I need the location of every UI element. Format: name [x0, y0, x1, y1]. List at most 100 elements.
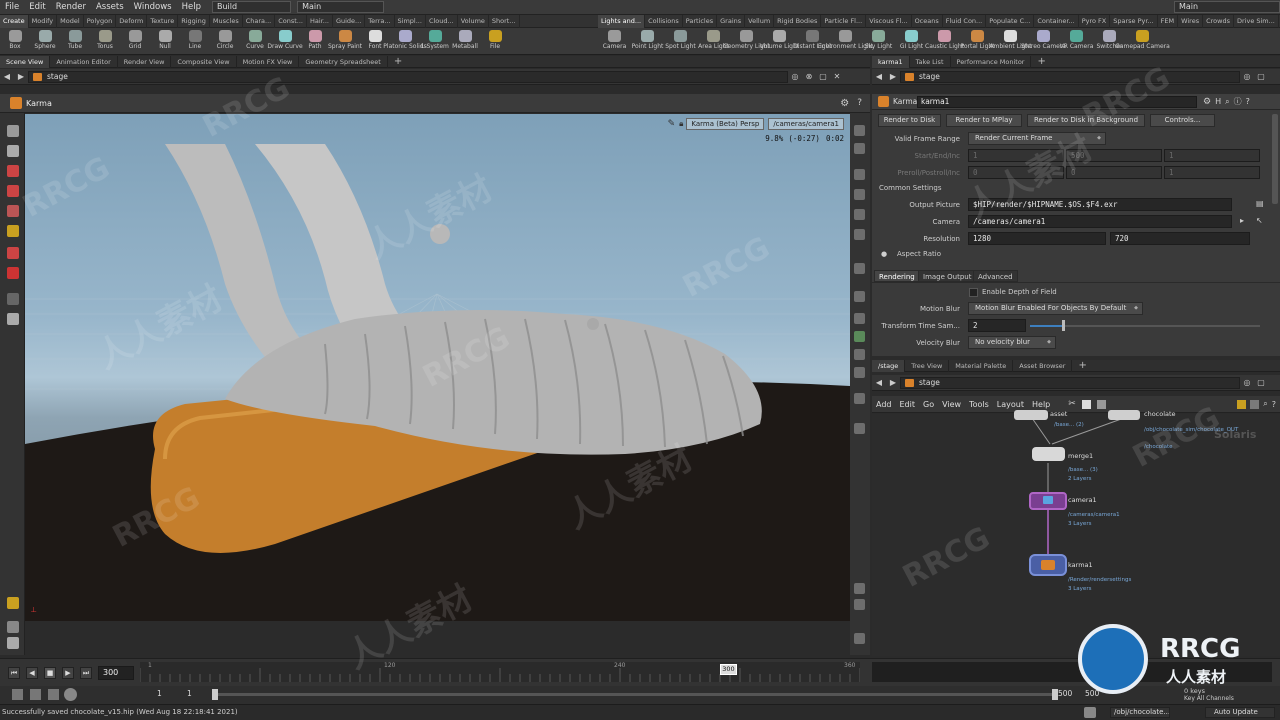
camera-dropdown-icon[interactable]: ▸ — [1240, 216, 1244, 225]
rotate-tool-icon[interactable] — [7, 205, 19, 217]
playhead-marker[interactable]: 300 — [720, 664, 737, 675]
node-karma1[interactable] — [1029, 554, 1067, 576]
shelf-tool-tools_right-10[interactable]: Caustic Light — [925, 28, 964, 55]
light-bulb-icon[interactable] — [854, 229, 865, 240]
shelf-tool-tools_right-15[interactable]: Switcher — [1093, 28, 1126, 55]
shelf-tab-right-3[interactable]: Grains — [717, 14, 746, 28]
audio-icon[interactable] — [30, 689, 41, 700]
menu-assets[interactable]: Assets — [91, 0, 129, 15]
xray-icon[interactable] — [854, 423, 865, 434]
shelf-tab-left-10[interactable]: Hair... — [307, 14, 333, 28]
tab-rendering[interactable]: Rendering — [874, 270, 920, 282]
shelf-tab-left-14[interactable]: Cloud... — [426, 14, 458, 28]
shelf-tab-right-15[interactable]: Wires — [1178, 14, 1204, 28]
shelf-tool-tools_right-4[interactable]: Geometry Light — [723, 28, 770, 55]
update-mode-menu[interactable]: Auto Update — [1205, 707, 1275, 718]
net-menu-tools[interactable]: Tools — [965, 400, 993, 409]
node-chocolate[interactable] — [1108, 410, 1140, 420]
jump-end-button[interactable]: ⏭ — [80, 667, 92, 679]
shelf-tab-right-8[interactable]: Oceans — [912, 14, 943, 28]
shelf-tab-right-14[interactable]: FEM — [1158, 14, 1179, 28]
lock-tool-icon[interactable] — [7, 145, 19, 157]
range-slider[interactable] — [214, 693, 1054, 696]
node-name-field[interactable]: karma1 — [917, 95, 1197, 108]
output-file-browse-icon[interactable]: ▤ — [1256, 199, 1264, 208]
shelf-tab-left-0[interactable]: Create — [0, 14, 29, 28]
handle-tool-icon[interactable] — [7, 165, 19, 177]
link-icon[interactable]: ⊗ — [804, 72, 814, 82]
close-pane-icon[interactable]: ✕ — [832, 72, 842, 82]
shelf-tool-tools_left-13[interactable]: Platonic Solids — [383, 28, 427, 55]
shelf-tool-tools_right-13[interactable]: Stereo Camera — [1021, 28, 1066, 55]
snapshot-compare-icon[interactable] — [854, 633, 865, 644]
param-hscript-icon[interactable]: H — [1215, 97, 1221, 106]
tab-karma1[interactable]: karma1 — [872, 55, 910, 68]
shelf-tab-right-2[interactable]: Particles — [683, 14, 718, 28]
add-param-tab-icon[interactable]: + — [1031, 56, 1051, 68]
net-back-icon[interactable]: ◀ — [874, 378, 884, 388]
select-tool-icon[interactable] — [7, 125, 19, 137]
net-help-icon[interactable]: ? — [1272, 400, 1276, 409]
node-camera1[interactable] — [1029, 492, 1067, 510]
net-menu-view[interactable]: View — [938, 400, 965, 409]
jump-start-button[interactable]: ⏮ — [8, 667, 20, 679]
shelf-tab-right-4[interactable]: Vellum — [745, 14, 775, 28]
shelf-tool-tools_right-6[interactable]: Distant Light — [793, 28, 832, 55]
tab-tree-view[interactable]: Tree View — [905, 359, 950, 372]
shelf-tool-tools_left-16[interactable]: File — [480, 28, 510, 55]
shelf-tab-left-11[interactable]: Guide... — [333, 14, 366, 28]
tab-scene-view[interactable]: Scene View — [0, 55, 51, 68]
net-menu-go[interactable]: Go — [919, 400, 938, 409]
shelf-tool-tools_right-14[interactable]: VR Camera — [1060, 28, 1093, 55]
param-help-icon[interactable]: ? — [1246, 97, 1250, 106]
node-asset[interactable] — [1014, 410, 1048, 420]
shelf-tool-tools_right-7[interactable]: Environment Light — [818, 28, 873, 55]
shelf-tab-left-1[interactable]: Modify — [29, 14, 58, 28]
camera-icon[interactable] — [854, 291, 865, 302]
node-merge1[interactable] — [1032, 447, 1065, 461]
shelf-tab-left-16[interactable]: Short... — [489, 14, 520, 28]
menu-windows[interactable]: Windows — [129, 0, 177, 15]
lock-view-icon[interactable] — [854, 583, 865, 594]
net-menu-edit[interactable]: Edit — [896, 400, 920, 409]
display-options-icon[interactable] — [854, 125, 865, 136]
frame-icon[interactable] — [854, 349, 865, 360]
pencil-icon[interactable]: ✎ — [668, 119, 676, 129]
net-forward-icon[interactable]: ▶ — [888, 378, 898, 388]
net-search-icon[interactable]: ⌕ — [1263, 399, 1267, 409]
camera-menu[interactable]: /cameras/camera1 — [768, 118, 844, 130]
pose-tool-icon[interactable] — [7, 247, 19, 259]
tab-asset-browser[interactable]: Asset Browser — [1013, 359, 1073, 372]
key-all-channels[interactable]: Key All Channels — [1184, 695, 1234, 702]
shelf-tab-right-5[interactable]: Rigid Bodies — [774, 14, 822, 28]
net-grid-icon[interactable] — [1096, 399, 1106, 409]
shelf-tab-right-7[interactable]: Viscous Fl... — [866, 14, 912, 28]
shelf-tab-left-3[interactable]: Polygon — [84, 14, 117, 28]
param-forward-icon[interactable]: ▶ — [888, 72, 898, 82]
aspect-ratio-label[interactable]: Aspect Ratio — [897, 250, 941, 258]
motion-blur-menu[interactable]: Motion Blur Enabled For Objects By Defau… — [968, 302, 1143, 315]
menu-edit[interactable]: Edit — [24, 0, 50, 15]
net-menu-add[interactable]: Add — [872, 400, 896, 409]
range-start2-field[interactable]: 1 — [187, 689, 192, 698]
viewport-settings-icon[interactable]: ⚙ — [840, 98, 849, 109]
grid-icon[interactable] — [854, 367, 865, 378]
viewport-help-icon[interactable]: ? — [857, 98, 862, 108]
range-start-field[interactable]: 1 — [157, 689, 162, 698]
ghost-icon[interactable] — [854, 189, 865, 200]
texture-icon[interactable] — [854, 263, 865, 274]
shelf-tool-tools_right-8[interactable]: Sky Light — [862, 28, 895, 55]
loop-icon[interactable] — [48, 689, 59, 700]
aspect-ratio-expand-icon[interactable]: ● — [881, 250, 887, 258]
visibility-icon[interactable] — [854, 313, 865, 324]
param-search-icon[interactable]: ⌕ — [1225, 97, 1229, 107]
snap-tool-icon[interactable] — [7, 637, 19, 649]
net-menu-layout[interactable]: Layout — [993, 400, 1028, 409]
shelf-tool-tools_left-14[interactable]: L-System — [420, 28, 450, 55]
shelf-tab-right-12[interactable]: Pyro FX — [1079, 14, 1111, 28]
shelf-tool-tools_left-0[interactable]: Box — [0, 28, 30, 55]
net-maximize-icon[interactable]: ▢ — [1256, 378, 1266, 388]
shelf-tab-right-0[interactable]: Lights and... — [598, 14, 646, 28]
pin-icon[interactable]: ◎ — [790, 72, 800, 82]
add-network-tab-icon[interactable]: + — [1072, 360, 1092, 372]
